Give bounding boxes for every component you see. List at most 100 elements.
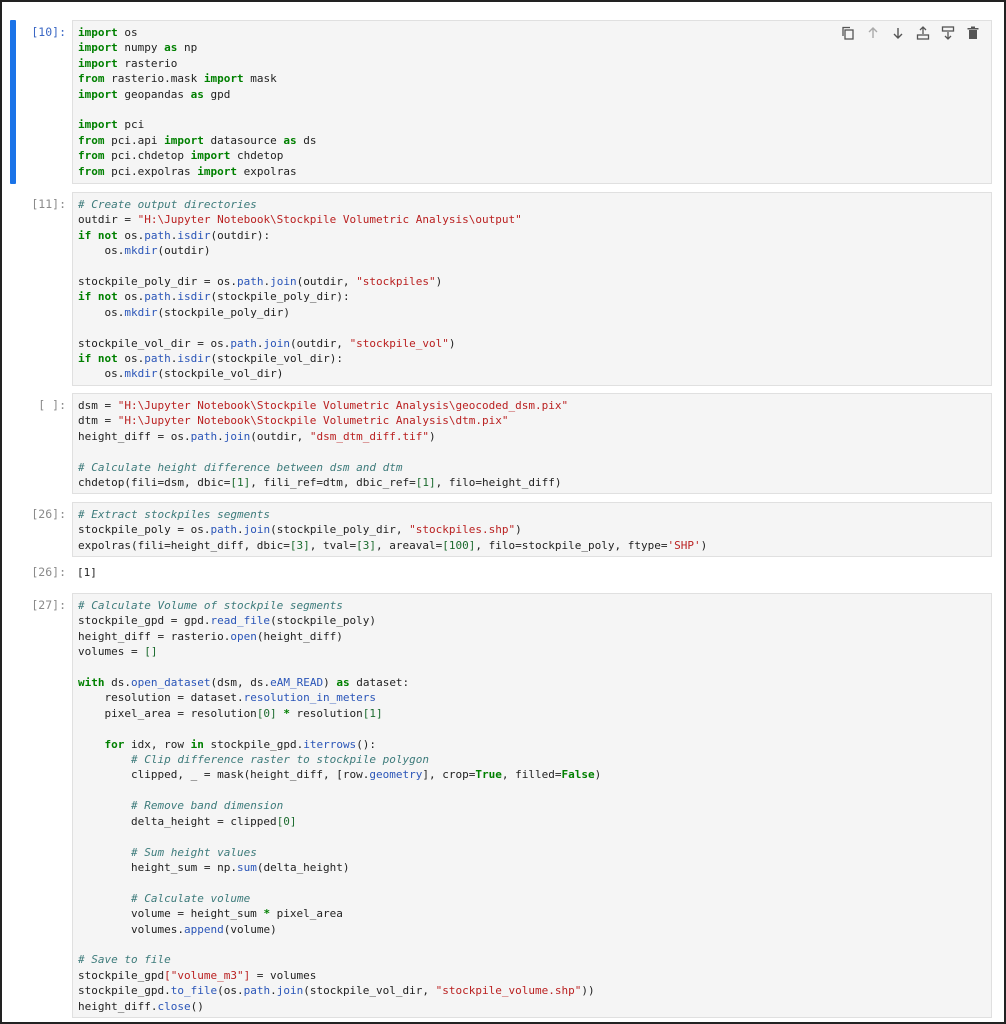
code-text[interactable]: dsm = "H:\Jupyter Notebook\Stockpile Vol… <box>78 398 986 490</box>
code-token: path <box>210 523 237 537</box>
code-token: ) <box>448 336 456 350</box>
code-token: # Clip difference raster to stockpile po… <box>130 753 429 767</box>
code-line: from rasterio.mask import mask <box>78 72 277 85</box>
code-line: # Remove band dimension <box>78 799 283 812</box>
code-token: path <box>190 429 218 443</box>
cell-prompt: [ ]: <box>38 398 66 412</box>
code-token: pci.api <box>104 133 165 147</box>
output-text-area: [1] <box>72 565 992 580</box>
copy-icon[interactable] <box>840 25 856 41</box>
code-token: (stockpile_vol_dir): <box>210 352 343 366</box>
code-token: open_dataset <box>131 676 211 690</box>
code-line: # Calculate height difference between ds… <box>78 461 403 474</box>
code-cell-unexecuted[interactable]: [ ]: dsm = "H:\Jupyter Notebook\Stockpil… <box>2 393 1004 494</box>
code-token: # Extract stockpiles segments <box>78 508 271 521</box>
code-token: import <box>78 118 118 132</box>
code-token: , areaval= <box>376 538 443 552</box>
code-cell-11[interactable]: [11]: # Create output directories outdir… <box>2 192 1004 386</box>
code-input[interactable]: # Create output directories outdir = "H:… <box>72 192 992 386</box>
output-text: [1] <box>77 566 97 579</box>
code-input[interactable]: import os import numpy as np import rast… <box>72 20 992 184</box>
code-token: "H:\Jupyter Notebook\Stockpile Volumetri… <box>117 399 569 412</box>
cell-toolbar <box>840 25 981 41</box>
code-token: path <box>243 984 271 998</box>
code-token: (height_diff) <box>256 629 343 643</box>
code-token: False <box>561 768 595 782</box>
code-token: np <box>177 41 198 55</box>
code-token: open <box>230 629 257 643</box>
code-token: "stockpile_volume.shp" <box>435 984 582 998</box>
code-token: from <box>78 164 105 178</box>
code-line: # Extract stockpiles segments <box>78 508 270 521</box>
code-token: pci <box>117 118 145 132</box>
trash-icon[interactable] <box>965 25 981 41</box>
code-token: os. <box>78 305 125 319</box>
code-text[interactable]: import os import numpy as np import rast… <box>78 25 986 179</box>
code-token: # Save to file <box>78 953 171 967</box>
code-token: join <box>263 336 290 350</box>
code-line: import os <box>78 26 138 39</box>
code-token: # Calculate volume <box>130 891 251 905</box>
code-line: chdetop(fili=dsm, dbic=[1], fili_ref=dtm… <box>78 476 562 489</box>
code-token: (stockpile_poly_dir) <box>157 305 290 319</box>
code-text[interactable]: # Create output directories outdir = "H:… <box>78 197 986 382</box>
code-token: # Sum height values <box>130 845 257 859</box>
code-line: # Sum height values <box>78 846 257 859</box>
code-token: pci.expolras <box>104 164 198 178</box>
code-token: ["volume_m3"] <box>164 968 251 982</box>
code-token: os. <box>117 352 145 366</box>
code-line: stockpile_gpd.to_file(os.path.join(stock… <box>78 984 595 997</box>
code-token: expolras <box>236 164 297 178</box>
code-token: ], crop= <box>422 768 476 782</box>
code-token: (dsm, ds. <box>210 676 271 690</box>
code-token: import <box>197 164 237 178</box>
code-token: from <box>78 149 105 163</box>
code-token: import <box>190 149 231 163</box>
code-token: (volume) <box>223 922 277 936</box>
code-token: path <box>236 275 264 289</box>
code-token: volumes = <box>78 645 145 659</box>
code-input[interactable]: dsm = "H:\Jupyter Notebook\Stockpile Vol… <box>72 393 992 494</box>
code-line: dtm = "H:\Jupyter Notebook\Stockpile Vol… <box>78 414 508 427</box>
code-token: (outdir, <box>296 275 357 289</box>
code-line: # Create output directories <box>78 198 257 211</box>
code-line: with ds.open_dataset(dsm, ds.eAM_READ) a… <box>78 676 409 689</box>
code-token: path <box>230 336 257 350</box>
code-token: join <box>223 429 251 443</box>
code-cell-27[interactable]: [27]: # Calculate Volume of stockpile se… <box>2 593 1004 1018</box>
code-token: # Create output directories <box>78 198 257 211</box>
code-line: for idx, row in stockpile_gpd.iterrows()… <box>78 737 377 751</box>
code-cell-26[interactable]: [26]: # Extract stockpiles segments stoc… <box>2 502 1004 557</box>
code-token: "stockpiles.shp" <box>409 523 516 537</box>
code-line: import geopandas as gpd <box>78 88 230 101</box>
code-input[interactable]: # Extract stockpiles segments stockpile_… <box>72 502 992 557</box>
code-token: resolution <box>289 706 363 720</box>
code-token: (stockpile_poly_dir): <box>210 290 350 304</box>
code-line: height_diff.close() <box>78 1000 204 1013</box>
arrow-down-icon[interactable] <box>890 25 906 41</box>
code-text[interactable]: # Calculate Volume of stockpile segments… <box>78 598 986 1014</box>
code-token: stockpile_poly = os. <box>78 523 211 537</box>
code-token: join <box>243 523 271 537</box>
code-input[interactable]: # Calculate Volume of stockpile segments… <box>72 593 992 1018</box>
code-text[interactable]: # Extract stockpiles segments stockpile_… <box>78 507 986 553</box>
insert-below-icon[interactable] <box>940 25 956 41</box>
code-line: # Calculate Volume of stockpile segments <box>78 599 343 612</box>
code-token: chdetop <box>230 149 284 163</box>
arrow-up-icon[interactable] <box>865 25 881 41</box>
code-token: pixel_area = resolution <box>78 706 257 720</box>
code-line: height_diff = os.path.join(outdir, "dsm_… <box>78 430 436 443</box>
code-line: outdir = "H:\Jupyter Notebook\Stockpile … <box>78 213 522 226</box>
code-line: if not os.path.isdir(outdir): <box>78 229 270 242</box>
code-cell-10[interactable]: [10]: import os import numpy as np impor… <box>2 20 1004 184</box>
code-token: [1] <box>415 476 436 490</box>
code-line: stockpile_gpd = gpd.read_file(stockpile_… <box>78 614 376 627</box>
code-token: height_sum = np. <box>78 860 237 874</box>
code-token: ds. <box>104 676 131 690</box>
code-token: if not <box>78 352 118 366</box>
insert-above-icon[interactable] <box>915 25 931 41</box>
code-token: as <box>190 87 204 101</box>
code-token: os. <box>117 290 145 304</box>
code-token: idx, row <box>124 737 191 751</box>
code-token: path <box>144 290 171 304</box>
